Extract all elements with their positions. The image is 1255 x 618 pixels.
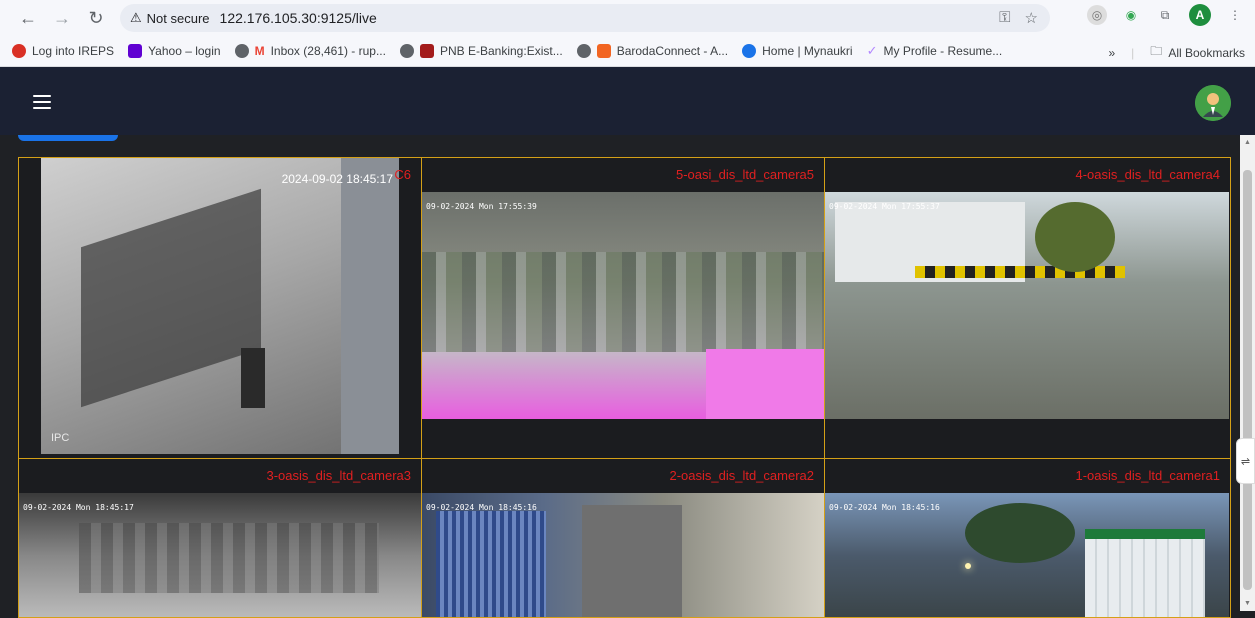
camera-label: 4-oasis_dis_ltd_camera4: [1075, 167, 1220, 182]
feed-timestamp: 09-02-2024 Mon 18:45:17: [23, 503, 134, 512]
more-bookmarks-button[interactable]: »: [1108, 46, 1115, 60]
camera-tile[interactable]: 4-oasis_dis_ltd_camera4 09-02-2024 Mon 1…: [824, 157, 1231, 459]
bookmark-item[interactable]: Yahoo – login: [128, 44, 221, 58]
glitch-block: [706, 349, 824, 419]
user-avatar[interactable]: [1195, 85, 1231, 121]
camera-label: 2-oasis_dis_ltd_camera2: [669, 468, 814, 483]
reload-icon[interactable]: ↻: [82, 4, 110, 32]
globe-icon: [234, 44, 249, 58]
pnb-icon: [419, 44, 434, 58]
ireps-icon: [12, 44, 26, 58]
bookmark-label: My Profile - Resume...: [883, 44, 1003, 58]
camera-feed: 2024-09-02 18:45:17 IPC: [41, 158, 399, 454]
user-avatar-icon: [1195, 85, 1231, 121]
check-icon: ✓: [866, 43, 878, 58]
bookmark-label: Home | Mynaukri: [762, 44, 853, 58]
shutter-door: [436, 511, 546, 617]
bookmark-item[interactable]: Log into IREPS: [12, 44, 114, 58]
side-panel-toggle[interactable]: ⇌: [1236, 438, 1255, 484]
wall-panel: [341, 158, 399, 454]
cabinet: [241, 348, 265, 408]
warning-icon: ⚠: [130, 10, 142, 25]
profile-avatar[interactable]: A: [1189, 4, 1211, 26]
ipc-watermark: IPC: [51, 432, 70, 444]
address-bar[interactable]: ⚠ Not secure 122.176.105.30:9125/live ⚿ …: [120, 4, 1050, 32]
bookmark-item[interactable]: Home | Mynaukri: [742, 44, 853, 58]
camera-label: 3-oasis_dis_ltd_camera3: [266, 468, 411, 483]
feed-timestamp: 09-02-2024 Mon 18:45:16: [829, 503, 940, 512]
forward-arrow-icon[interactable]: →: [48, 4, 76, 32]
camera-tile[interactable]: 2-oasis_dis_ltd_camera2 09-02-2024 Mon 1…: [421, 458, 825, 618]
feed-timestamp: 09-02-2024 Mon 18:45:16: [426, 503, 537, 512]
scroll-up-icon[interactable]: ▲: [1243, 139, 1252, 146]
not-secure-label: Not secure: [146, 10, 210, 26]
camera-label: C6: [394, 167, 411, 182]
url-text: 122.176.105.30:9125/live: [219, 10, 377, 26]
hamburger-menu-icon[interactable]: [33, 95, 51, 109]
eye-extension-icon[interactable]: ◉: [1121, 5, 1141, 25]
security-indicator[interactable]: ⚠ Not secure: [130, 10, 210, 26]
bookmarks-bar: Log into IREPS Yahoo – login M Inbox (28,…: [0, 36, 1255, 67]
tree: [1035, 202, 1115, 272]
back-arrow-icon[interactable]: ←: [14, 4, 42, 32]
camera-feed: 09-02-2024 Mon 17:55:37: [825, 192, 1229, 419]
shed-building: [1085, 529, 1205, 617]
kebab-menu-icon[interactable]: ⋮: [1225, 5, 1245, 25]
green-roof: [1085, 529, 1205, 539]
feed-timestamp: 09-02-2024 Mon 17:55:37: [829, 202, 940, 211]
glitch-artifacts: [422, 252, 824, 352]
bookmark-item[interactable]: M Inbox (28,461) - rup...: [234, 44, 386, 58]
trees: [965, 503, 1075, 563]
camera-tile[interactable]: 5-oasi_dis_ltd_camera5 09-02-2024 Mon 17…: [421, 157, 825, 459]
camera-feed: 09-02-2024 Mon 17:55:39: [422, 192, 824, 419]
gmail-icon: M: [254, 44, 265, 58]
bookmark-label: Log into IREPS: [32, 44, 115, 58]
bookmark-label: BarodaConnect - A...: [616, 44, 729, 58]
bookmark-item[interactable]: PNB E-Banking:Exist...: [399, 44, 563, 58]
camera-tile[interactable]: 2024-09-02 18:45:17 IPC C6: [18, 157, 422, 459]
bookmark-item[interactable]: BarodaConnect - A...: [576, 44, 729, 58]
camera-tile[interactable]: 3-oasis_dis_ltd_camera3 09-02-2024 Mon 1…: [18, 458, 422, 618]
folder-icon: 🗀: [1150, 44, 1163, 58]
side-panel-icon: ⇌: [1240, 455, 1251, 468]
page-scrollbar[interactable]: ▲ ▼: [1240, 135, 1255, 611]
globe-icon: [399, 44, 414, 58]
live-view-area: 2024-09-02 18:45:17 IPC C6 5-oasi_dis_lt…: [0, 135, 1240, 618]
all-bookmarks-label: All Bookmarks: [1168, 45, 1245, 60]
puzzle-extensions-icon[interactable]: ⧉: [1155, 5, 1175, 25]
baroda-icon: [596, 44, 611, 58]
bookmark-label: Inbox (28,461) - rup...: [270, 44, 386, 58]
bookmark-label: PNB E-Banking:Exist...: [439, 44, 563, 58]
app-header: [0, 67, 1255, 135]
globe-icon: [576, 44, 591, 58]
camera-feed: 09-02-2024 Mon 18:45:16: [422, 493, 824, 617]
bookmark-star-icon[interactable]: ☆: [1025, 9, 1038, 27]
camera-label: 1-oasis_dis_ltd_camera1: [1075, 468, 1220, 483]
password-key-icon[interactable]: ⚿: [999, 9, 1010, 27]
lamp-light: [965, 563, 971, 569]
camera-feed: 09-02-2024 Mon 18:45:17: [19, 493, 421, 617]
partial-button[interactable]: [18, 135, 118, 141]
office-desks: [81, 188, 261, 408]
mynaukri-icon: [742, 44, 757, 58]
overlay-time: 2024-09-02 18:45:17: [281, 172, 393, 186]
scroll-down-icon[interactable]: ▼: [1243, 600, 1252, 607]
bookmark-item[interactable]: ✓ My Profile - Resume...: [867, 43, 1003, 59]
extension-icon[interactable]: ◎: [1087, 5, 1107, 25]
yahoo-icon: [128, 44, 143, 58]
feed-timestamp: 09-02-2024 Mon 17:55:39: [426, 202, 537, 211]
camera-feed: 09-02-2024 Mon 18:45:16: [825, 493, 1229, 617]
bookmark-label: Yahoo – login: [148, 44, 221, 58]
camera-tile[interactable]: 1-oasis_dis_ltd_camera1 09-02-2024 Mon 1…: [824, 458, 1231, 618]
warehouse-structure: [79, 523, 379, 593]
rolling-shutter: [582, 505, 682, 617]
browser-toolbar: ← → ↻ ⚠ Not secure 122.176.105.30:9125/l…: [0, 0, 1255, 36]
all-bookmarks-button[interactable]: 🗀 All Bookmarks: [1150, 42, 1245, 63]
scroll-thumb[interactable]: [1243, 170, 1252, 590]
divider: |: [1131, 45, 1135, 60]
camera-label: 5-oasi_dis_ltd_camera5: [675, 167, 814, 182]
